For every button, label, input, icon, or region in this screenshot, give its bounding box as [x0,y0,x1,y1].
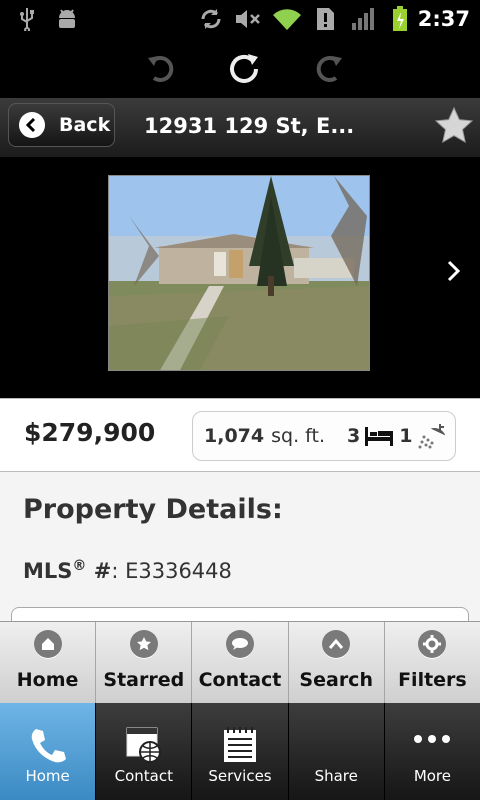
star-icon[interactable] [434,106,474,146]
home-icon [33,630,62,658]
chat-icon [226,630,254,658]
browser-nav [0,38,480,98]
sync-icon [197,0,225,38]
tab-share[interactable]: Share [289,703,385,800]
phone-icon [28,725,68,765]
battery-icon [390,0,410,38]
status-bar: 2:37 [0,0,480,38]
mls-label-suffix: # [86,559,112,583]
tab-more[interactable]: More [385,703,480,800]
undo-icon[interactable] [144,52,178,86]
toolbar-label: Starred [103,669,185,691]
bed-icon [364,425,394,447]
back-label: Back [59,114,111,136]
clock: 2:37 [417,7,470,31]
toolbar-contact-button[interactable]: Contact [192,622,289,703]
photo-gallery [0,158,480,398]
tab-label: Services [208,767,272,785]
alert-icon [314,0,336,38]
tab-label: Share [314,767,358,785]
price: $279,900 [24,418,156,447]
usb-icon [16,0,38,38]
back-button[interactable]: Back [8,103,115,147]
share-icon [316,725,356,765]
star-icon [129,630,158,658]
toolbar-home-button[interactable]: Home [0,622,97,703]
tab-label: Home [25,767,70,785]
page-title: 12931 129 St, E... [144,114,355,138]
tab-home[interactable]: Home [0,703,97,800]
gear-icon [418,630,447,658]
toolbar-starred-button[interactable]: Starred [96,622,193,703]
mute-icon [234,0,262,38]
refresh-icon[interactable] [228,52,262,86]
house-photo[interactable] [108,175,370,371]
mls-label-text: MLS [23,559,73,583]
signal-icon [350,0,376,38]
bottom-tab-bar: Home Contact Services Share More [0,703,480,800]
sqft-unit: sq. ft. [271,425,325,447]
search-up-icon [322,630,351,658]
tab-label: Contact [114,767,173,785]
sqft-value: 1,074 [204,425,265,447]
beds-count: 3 [347,425,361,447]
more-dots-icon [412,725,452,765]
mls-colon: : [111,559,119,583]
details-heading: Property Details: [23,494,283,525]
chevron-left-icon [19,112,45,138]
toolbar-filters-button[interactable]: Filters [385,622,480,703]
baths-count: 1 [399,425,413,447]
redo-icon[interactable] [312,52,346,86]
action-toolbar: Home Starred Contact Search Filters [0,621,480,703]
toolbar-label: Contact [198,669,282,691]
price-summary: $279,900 1,074 sq. ft. 3 1 [0,398,480,472]
toolbar-label: Search [299,669,373,691]
chevron-right-icon[interactable] [444,258,464,284]
toolbar-search-button[interactable]: Search [289,622,385,703]
toolbar-label: Filters [398,669,467,691]
property-details: Property Details: MLS® #: E3336448 [0,472,480,627]
browser-globe-icon [124,725,164,765]
mls-registered-mark: ® [72,558,87,574]
wifi-icon [272,0,302,38]
notepad-icon [220,725,260,765]
shower-icon [418,423,446,449]
tab-services[interactable]: Services [192,703,289,800]
mls-line: MLS® #: E3336448 [23,558,232,583]
tab-contact[interactable]: Contact [96,703,193,800]
toolbar-label: Home [16,669,79,691]
android-debug-icon [54,0,80,38]
mls-value: E3336448 [125,559,232,583]
title-bar: Back 12931 129 St, E... [0,98,480,158]
tab-label: More [413,767,451,785]
mls-label: MLS® # [23,558,112,583]
property-stats: 1,074 sq. ft. 3 1 [192,411,456,461]
